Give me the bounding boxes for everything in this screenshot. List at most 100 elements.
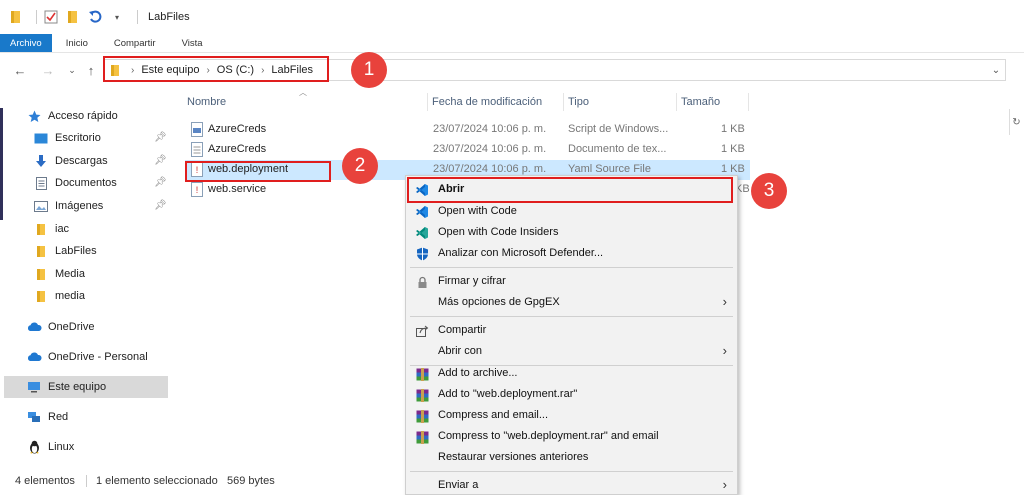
annotation-badge-2: 2 bbox=[342, 148, 378, 184]
sidebar-item-onedrive[interactable]: OneDrive bbox=[26, 316, 94, 338]
status-selection: 1 elemento seleccionado bbox=[96, 475, 218, 487]
properties-icon[interactable] bbox=[43, 9, 59, 25]
window-title: LabFiles bbox=[148, 11, 190, 23]
menu-item-add-to-rar[interactable]: Add to "web.deployment.rar" bbox=[406, 384, 737, 405]
table-row[interactable]: AzureCreds 23/07/2024 10:06 p. m. Script… bbox=[185, 120, 750, 140]
sidebar-item-label: iac bbox=[55, 223, 70, 235]
vscode-insiders-icon bbox=[414, 225, 430, 241]
winrar-icon bbox=[414, 408, 430, 424]
menu-item-label: Add to archive... bbox=[438, 367, 518, 379]
winrar-icon bbox=[414, 387, 430, 403]
file-date: 23/07/2024 10:06 p. m. bbox=[433, 143, 547, 155]
divider bbox=[36, 10, 37, 24]
ribbon-tabs: Archivo Inicio Compartir Vista bbox=[0, 34, 1024, 53]
sidebar-item-escritorio[interactable]: Escritorio bbox=[33, 127, 101, 149]
column-divider[interactable] bbox=[748, 93, 749, 111]
column-divider[interactable] bbox=[676, 93, 677, 111]
star-icon bbox=[26, 108, 42, 124]
file-size: 1 KB bbox=[721, 123, 745, 135]
menu-item-abrir-con[interactable]: Abrir con › bbox=[406, 341, 737, 362]
forward-arrow-icon[interactable]: → bbox=[38, 60, 58, 80]
menu-item-firmar-cifrar[interactable]: Firmar y cifrar bbox=[406, 271, 737, 292]
menu-item-add-to-archive[interactable]: Add to archive... bbox=[406, 363, 737, 384]
pin-icon[interactable]: 📌︎ bbox=[154, 200, 167, 211]
menu-item-gpgex-options[interactable]: Más opciones de GpgEX › bbox=[406, 292, 737, 313]
menu-item-label: Analizar con Microsoft Defender... bbox=[438, 247, 604, 259]
sidebar-item-iac[interactable]: iac bbox=[33, 218, 69, 240]
lock-icon bbox=[414, 274, 430, 290]
back-arrow-icon[interactable]: ← bbox=[10, 60, 30, 80]
column-header-date[interactable]: Fecha de modificación bbox=[432, 90, 562, 114]
download-icon bbox=[33, 153, 49, 169]
column-header-size[interactable]: Tamaño bbox=[681, 90, 751, 114]
sidebar-item-label: OneDrive bbox=[48, 321, 95, 333]
winrar-icon bbox=[414, 366, 430, 382]
annotation-badge-3: 3 bbox=[751, 173, 787, 209]
menu-item-compress-rar-email[interactable]: Compress to "web.deployment.rar" and ema… bbox=[406, 426, 737, 447]
cloud-icon bbox=[26, 349, 42, 365]
customize-dropdown-icon[interactable]: ▾ bbox=[109, 9, 125, 25]
divider bbox=[137, 10, 138, 24]
column-header-label: Tipo bbox=[568, 96, 589, 108]
menu-item-open-with-code-insiders[interactable]: Open with Code Insiders bbox=[406, 222, 737, 243]
sidebar-item-descargas[interactable]: Descargas bbox=[33, 150, 108, 172]
tab-archivo[interactable]: Archivo bbox=[0, 34, 52, 52]
sidebar-item-labfiles[interactable]: LabFiles bbox=[33, 240, 97, 262]
sidebar-item-onedrive-personal[interactable]: OneDrive - Personal bbox=[26, 346, 148, 368]
column-divider[interactable] bbox=[563, 93, 564, 111]
address-dropdown-icon[interactable]: ⌄ bbox=[987, 60, 1005, 80]
pin-icon[interactable]: 📌︎ bbox=[154, 177, 167, 188]
recent-locations-icon[interactable]: ⌄ bbox=[62, 60, 82, 80]
table-row[interactable]: AzureCreds 23/07/2024 10:06 p. m. Docume… bbox=[185, 140, 750, 160]
pin-icon[interactable]: 📌︎ bbox=[154, 155, 167, 166]
menu-item-label: Open with Code bbox=[438, 205, 517, 217]
column-header-label: Tamaño bbox=[681, 96, 721, 108]
menu-item-compartir[interactable]: Compartir bbox=[406, 320, 737, 341]
menu-item-restaurar-versiones[interactable]: Restaurar versiones anteriores bbox=[406, 447, 737, 468]
sidebar-item-label: Media bbox=[55, 268, 85, 280]
sidebar-item-imagenes[interactable]: Imágenes bbox=[33, 195, 103, 217]
sidebar-item-este-equipo[interactable]: Este equipo bbox=[4, 376, 168, 398]
winrar-icon bbox=[414, 429, 430, 445]
svg-text:!: ! bbox=[196, 185, 199, 195]
sidebar-item-label: Imágenes bbox=[55, 200, 104, 212]
menu-item-enviar-a[interactable]: Enviar a › bbox=[406, 475, 737, 494]
file-name: AzureCreds bbox=[208, 143, 267, 155]
menu-item-label: Enviar a bbox=[438, 479, 479, 491]
sidebar-item-linux[interactable]: Linux bbox=[26, 436, 74, 458]
menu-item-label: Compress and email... bbox=[438, 409, 549, 421]
yaml-file-icon: ! bbox=[191, 182, 205, 198]
column-divider[interactable] bbox=[427, 93, 428, 111]
sidebar-item-documentos[interactable]: Documentos bbox=[33, 172, 117, 194]
menu-item-defender[interactable]: Analizar con Microsoft Defender... bbox=[406, 243, 737, 264]
column-header-type[interactable]: Tipo bbox=[568, 90, 678, 114]
menu-separator bbox=[410, 471, 733, 472]
menu-item-label: Add to "web.deployment.rar" bbox=[438, 388, 578, 400]
sidebar-item-label: Descargas bbox=[55, 155, 108, 167]
tab-vista[interactable]: Vista bbox=[168, 34, 215, 52]
undo-icon[interactable] bbox=[87, 9, 103, 25]
menu-item-open-with-code[interactable]: Open with Code bbox=[406, 201, 737, 222]
sidebar-item-label: Linux bbox=[48, 441, 75, 453]
file-type: Documento de tex... bbox=[568, 143, 667, 155]
menu-item-label: Compartir bbox=[438, 324, 487, 336]
sidebar-item-acceso-rapido[interactable]: Acceso rápido bbox=[26, 105, 118, 127]
folder-icon bbox=[33, 243, 49, 259]
menu-item-compress-email[interactable]: Compress and email... bbox=[406, 405, 737, 426]
up-arrow-icon[interactable]: ↑ bbox=[81, 60, 101, 80]
pin-icon[interactable]: 📌︎ bbox=[154, 132, 167, 143]
refresh-icon[interactable]: ↻ bbox=[1009, 109, 1023, 135]
sidebar-item-media[interactable]: Media bbox=[33, 263, 85, 285]
sidebar-item-red[interactable]: Red bbox=[26, 406, 68, 428]
tab-inicio[interactable]: Inicio bbox=[52, 34, 100, 52]
tab-compartir[interactable]: Compartir bbox=[100, 34, 168, 52]
annotation-badge-1: 1 bbox=[351, 52, 387, 88]
menu-item-label: Más opciones de GpgEX bbox=[438, 296, 560, 308]
sidebar-item-media-lower[interactable]: media bbox=[33, 285, 85, 307]
folder-icon bbox=[33, 288, 49, 304]
menu-separator bbox=[410, 316, 733, 317]
new-folder-icon[interactable] bbox=[65, 9, 81, 25]
menu-item-label: Compress to "web.deployment.rar" and ema… bbox=[438, 430, 659, 442]
sidebar-item-label: Red bbox=[48, 411, 69, 423]
column-header-name[interactable]: Nombre ︿ bbox=[187, 88, 427, 114]
